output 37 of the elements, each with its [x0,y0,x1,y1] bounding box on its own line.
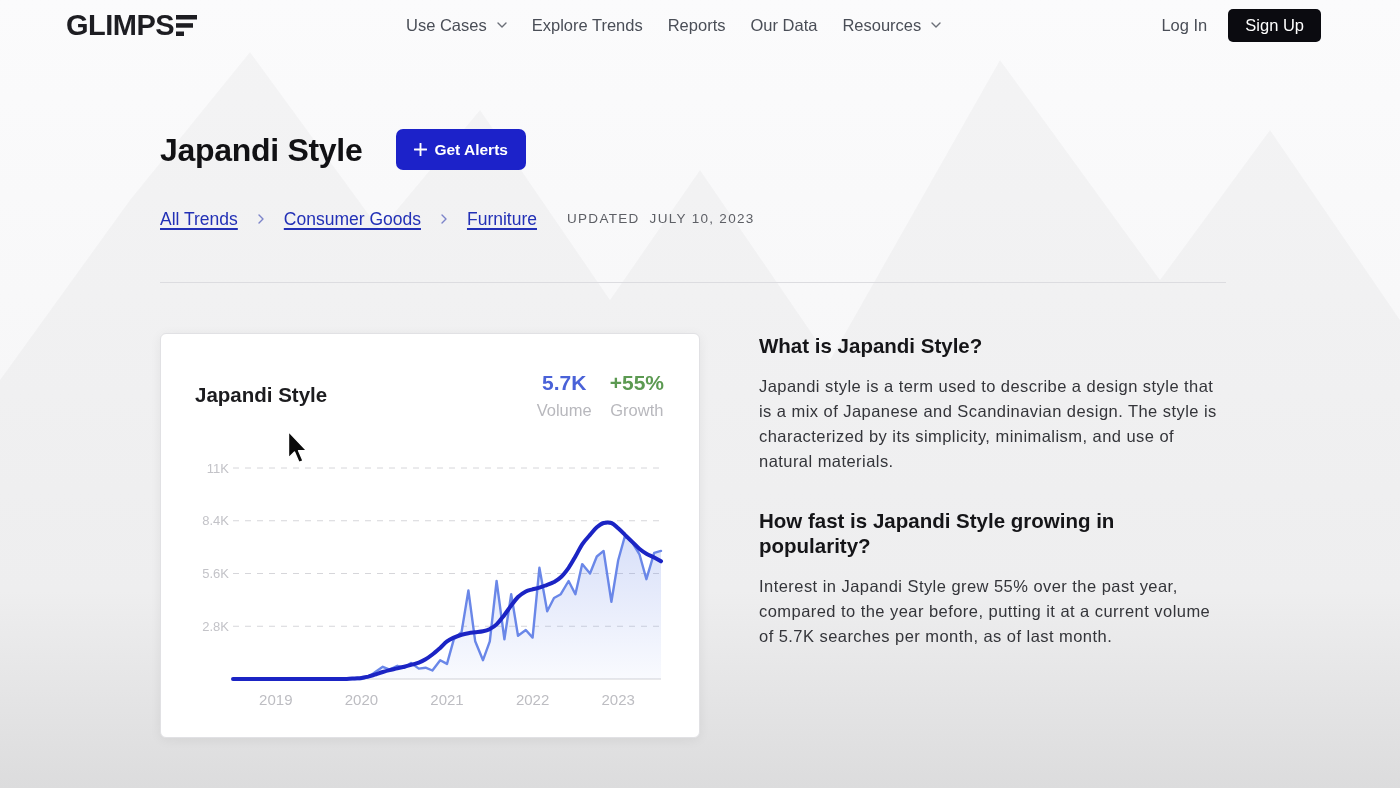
updated-label: UPDATED [567,209,640,228]
plus-icon [414,143,428,156]
section-heading: What is Japandi Style? [759,333,984,358]
get-alerts-button[interactable]: Get Alerts [396,129,526,170]
chevron-right-icon [257,214,264,224]
y-axis-label: 8.4K [202,513,229,529]
x-axis-label: 2022 [515,691,550,708]
nav-link[interactable]: Resources [842,12,942,38]
x-axis-label: 2023 [601,691,635,708]
nav-link[interactable]: Reports [667,12,726,38]
stat-label: Growth [610,400,664,421]
x-axis-label: 2020 [344,691,379,708]
x-axis-label: 2021 [430,691,464,708]
stat-label: Volume [536,400,592,421]
logo-bars-icon[interactable] [176,14,198,36]
y-axis-label: 2.8K [202,618,229,634]
stat-value: +55% [609,371,664,395]
chevron-right-icon [440,214,447,224]
nav-link[interactable]: Explore Trends [531,12,643,38]
nav-link[interactable]: Use Cases [406,12,507,38]
section-paragraph: Japandi style is a term used to describe a design style that is a mix of Japanese and Scandinavian design. The style is characterized by its simplicity, minimalism, and use of natural materials. [759,376,1218,472]
y-axis-label: 5.6K [202,566,229,581]
log-in-link[interactable]: Log In [1161,12,1208,38]
breadcrumb-link[interactable]: Furniture [466,205,537,233]
breadcrumb-link[interactable]: All Trends [160,205,238,233]
stat-value: 5.7K [542,371,587,395]
breadcrumb-link[interactable]: Consumer Goods [283,205,421,233]
y-axis-label: 11K [206,460,229,476]
section-paragraph: Interest in Japandi Style grew 55% over the past year, compared to the year before, putting it at a current volume of 5.7K searches per month, as of last month. [759,576,1212,647]
section-heading: How fast is Japandi Style growing in popularity? [759,508,1116,558]
updated-date: JULY 10, 2023 [649,209,755,228]
chart-title: Japandi Style [195,382,328,408]
logo-wordmark[interactable]: GLIMPS [66,10,175,40]
nav-link[interactable]: Our Data [750,12,818,38]
page-title: Japandi Style [160,130,363,170]
sign-up-button[interactable]: Sign Up [1228,8,1321,42]
x-axis-label: 2019 [259,691,293,708]
